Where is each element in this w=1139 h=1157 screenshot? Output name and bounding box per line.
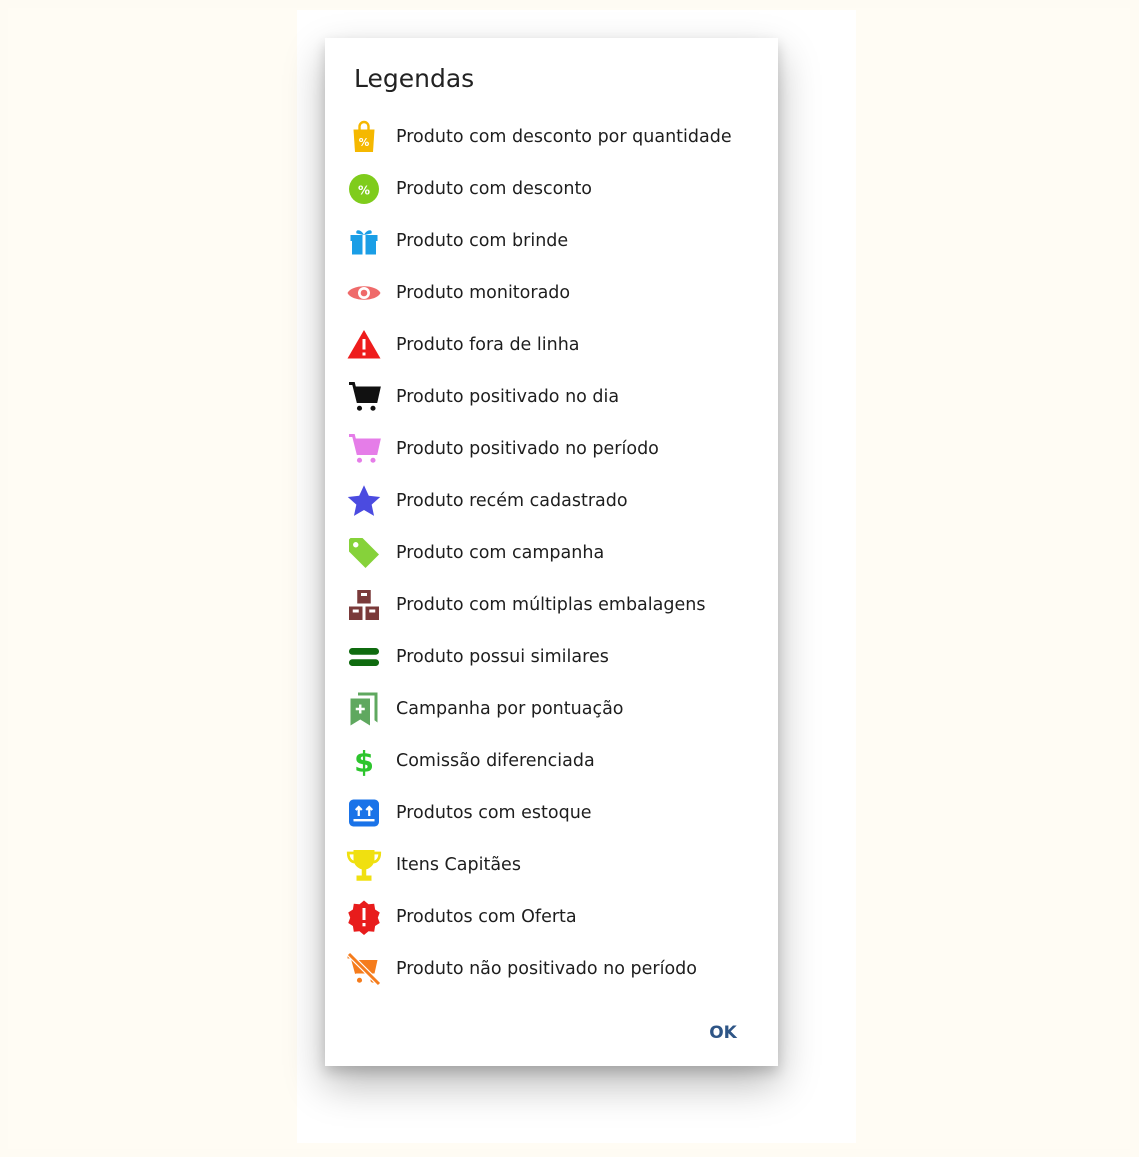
legend-label: Produto possui similares [396, 647, 609, 667]
legend-label: Produtos com Oferta [396, 907, 577, 927]
legend-dialog: Legendas % Produto com desconto por quan… [325, 38, 778, 1066]
legend-label: Produto positivado no período [396, 439, 659, 459]
percent-badge-icon: % [345, 170, 383, 208]
legend-label: Comissão diferenciada [396, 751, 595, 771]
equals-icon [345, 638, 383, 676]
legend-label: Produto com campanha [396, 543, 605, 563]
cart-period-icon [345, 430, 383, 468]
legend-item-discontinued: Produto fora de linha [345, 325, 765, 365]
svg-text:%: % [359, 137, 370, 149]
legend-item-captains: Itens Capitães [345, 845, 765, 885]
legend-label: Itens Capitães [396, 855, 521, 875]
cart-icon [345, 378, 383, 416]
warning-icon [345, 326, 383, 364]
legend-item-similar: Produto possui similares [345, 637, 765, 677]
gift-icon [345, 222, 383, 260]
legend-item-new: Produto recém cadastrado [345, 481, 765, 521]
legend-item-multi-package: Produto com múltiplas embalagens [345, 585, 765, 625]
percent-bag-icon: % [345, 118, 383, 156]
legend-label: Produto não positivado no período [396, 959, 697, 979]
bookmarks-icon [345, 690, 383, 728]
legend-item-points: Campanha por pontuação [345, 689, 765, 729]
svg-text:$: $ [354, 746, 374, 779]
cart-off-icon [345, 950, 383, 988]
legend-item-positive-day: Produto positivado no dia [345, 377, 765, 417]
legend-label: Produto monitorado [396, 283, 571, 303]
svg-text:%: % [358, 183, 370, 197]
legend-item-not-positive: Produto não positivado no período [345, 949, 765, 989]
dollar-icon: $ [345, 742, 383, 780]
legend-label: Campanha por pontuação [396, 699, 624, 719]
legend-label: Produto com desconto por quantidade [396, 127, 732, 147]
eye-icon [345, 274, 383, 312]
trophy-icon [345, 846, 383, 884]
legend-label: Produto com desconto [396, 179, 593, 199]
legend-item-gift: Produto com brinde [345, 221, 765, 261]
dialog-title: Legendas [354, 64, 475, 93]
legend-item-stock: Produtos com estoque [345, 793, 765, 833]
ok-button[interactable]: OK [697, 1018, 749, 1048]
legend-label: Produto positivado no dia [396, 387, 620, 407]
legend-item-offer: Produtos com Oferta [345, 897, 765, 937]
legend-label: Produto fora de linha [396, 335, 580, 355]
legend-label: Produto com brinde [396, 231, 569, 251]
legend-label: Produtos com estoque [396, 803, 592, 823]
legend-item-discount: % Produto com desconto [345, 169, 765, 209]
legend-label: Produto com múltiplas embalagens [396, 595, 706, 615]
legend-item-discount-quantity: % Produto com desconto por quantidade [345, 117, 765, 157]
tag-icon [345, 534, 383, 572]
legend-item-campaign: Produto com campanha [345, 533, 765, 573]
legend-label: Produto recém cadastrado [396, 491, 628, 511]
legend-item-monitored: Produto monitorado [345, 273, 765, 313]
offer-badge-icon [345, 898, 383, 936]
stock-box-icon [345, 794, 383, 832]
boxes-icon [345, 586, 383, 624]
legend-item-commission: $ Comissão diferenciada [345, 741, 765, 781]
legend-item-positive-period: Produto positivado no período [345, 429, 765, 469]
star-icon [345, 482, 383, 520]
